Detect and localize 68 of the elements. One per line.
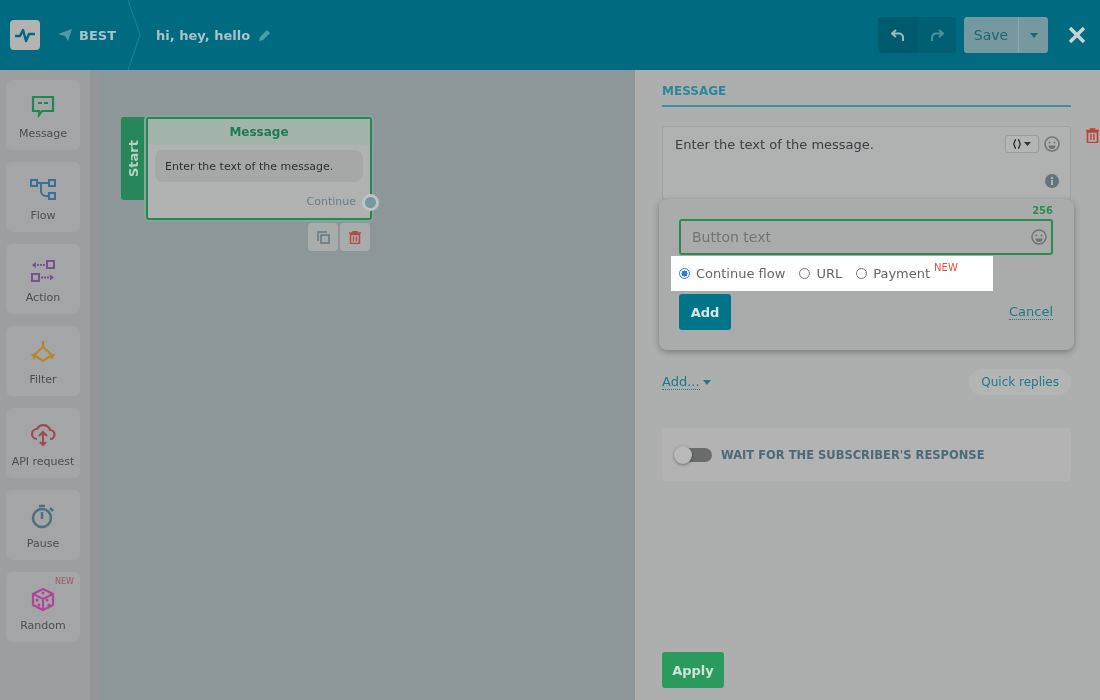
copy-icon xyxy=(316,230,330,244)
add-button[interactable]: Add xyxy=(679,294,731,330)
tool-item[interactable]: Action xyxy=(6,244,80,314)
caret-icon xyxy=(1024,142,1031,146)
new-label: NEW xyxy=(55,577,74,586)
undo-button[interactable] xyxy=(878,17,917,53)
close-button[interactable] xyxy=(1068,26,1086,44)
message-node[interactable]: Message Enter the text of the message. Continue xyxy=(146,117,372,220)
emoji-icon[interactable] xyxy=(1044,136,1060,152)
redo-icon xyxy=(929,28,944,42)
tool-label: Random xyxy=(20,619,66,632)
radio-button[interactable] xyxy=(679,268,690,279)
stopwatch-icon xyxy=(30,504,56,530)
character-counter: 256 xyxy=(1032,205,1053,218)
app-logo[interactable] xyxy=(10,20,40,50)
radio-label[interactable]: URL xyxy=(816,266,843,281)
tool-item[interactable]: API request xyxy=(6,408,80,478)
save-options-button[interactable] xyxy=(1019,17,1048,53)
delete-button[interactable] xyxy=(340,223,370,251)
button-text-field[interactable]: Button text xyxy=(679,219,1053,255)
new-label: NEW xyxy=(934,262,958,273)
braces-icon xyxy=(1013,139,1021,149)
caret-icon xyxy=(702,379,711,385)
flow-name: hi, hey, hello xyxy=(156,27,251,43)
pencil-icon[interactable] xyxy=(258,28,272,42)
dice-icon xyxy=(30,586,56,612)
tool-item[interactable]: Filter xyxy=(6,326,80,396)
trash-icon xyxy=(349,230,361,244)
toggle-switch[interactable] xyxy=(676,447,712,462)
breadcrumb-separator xyxy=(128,0,142,70)
branch-icon xyxy=(30,176,56,202)
message-textarea[interactable]: Enter the text of the message. xyxy=(662,126,1071,200)
tool-label: Pause xyxy=(26,537,60,550)
tool-label: API request xyxy=(11,455,75,468)
tool-label: Message xyxy=(18,127,68,140)
tool-item[interactable]: Flow xyxy=(6,162,80,232)
node-title: Message xyxy=(148,119,370,145)
tool-label: Action xyxy=(25,291,61,304)
message-bubble: Enter the text of the message. xyxy=(155,150,363,182)
tool-label: Flow xyxy=(30,209,56,222)
caret-icon xyxy=(1029,32,1038,38)
section-heading: MESSAGE xyxy=(662,84,1071,107)
output-port[interactable] xyxy=(362,194,379,211)
output-label: Continue xyxy=(306,195,356,208)
radio-label[interactable]: Continue flow xyxy=(696,266,786,281)
radio-label[interactable]: Payment xyxy=(873,266,931,281)
variables-button[interactable] xyxy=(1005,135,1039,153)
add-menu[interactable]: Add... xyxy=(662,374,711,390)
tool-item[interactable]: NEW Random xyxy=(6,572,80,642)
paper-plane-icon xyxy=(58,29,72,41)
cloud-icon xyxy=(30,422,56,448)
save-button[interactable]: Save xyxy=(964,17,1019,53)
tool-label: Filter xyxy=(29,373,57,386)
apply-button[interactable]: Apply xyxy=(662,652,724,688)
toggle-label: WAIT FOR THE SUBSCRIBER'S RESPONSE xyxy=(721,447,985,462)
arrows-icon xyxy=(30,258,56,284)
tool-item[interactable]: Message xyxy=(6,80,80,150)
copy-button[interactable] xyxy=(308,223,338,251)
speech-bubble-icon xyxy=(30,94,56,120)
bot-name[interactable]: BEST xyxy=(79,27,117,43)
close-icon xyxy=(1068,26,1086,44)
cancel-link[interactable]: Cancel xyxy=(1008,304,1053,320)
trash-icon[interactable] xyxy=(1086,128,1099,143)
info-icon xyxy=(1045,174,1059,188)
undo-icon xyxy=(890,28,905,42)
tool-item[interactable]: Pause xyxy=(6,490,80,560)
quick-replies-button[interactable]: Quick replies xyxy=(969,369,1071,395)
emoji-icon[interactable] xyxy=(1031,229,1047,245)
